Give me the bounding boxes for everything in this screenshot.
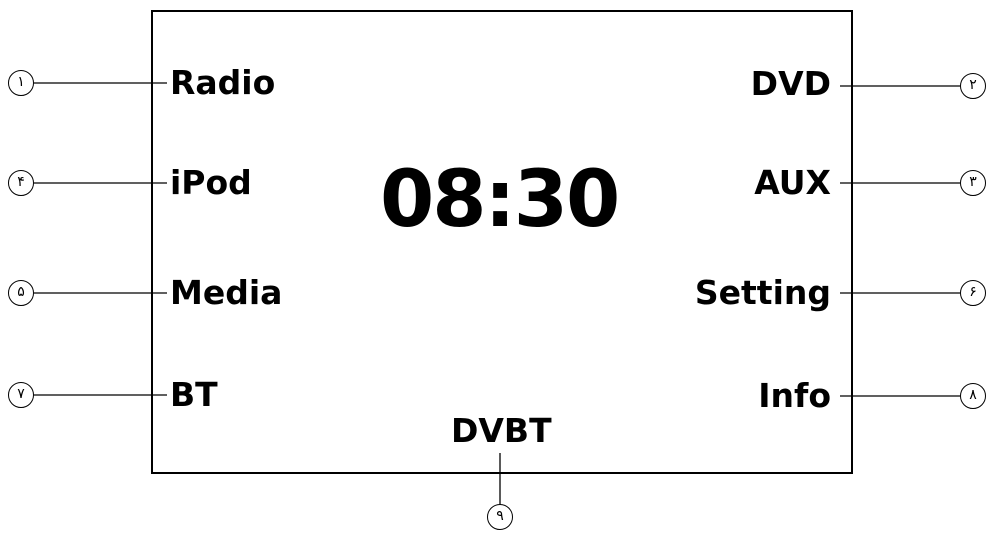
ipod-button[interactable]: iPod [170, 163, 252, 203]
callout-6: ۶ [960, 280, 986, 306]
callout-2: ٢ [960, 73, 986, 99]
callout-4: ۴ [8, 170, 34, 196]
aux-button[interactable]: AUX [754, 163, 831, 203]
callout-7: ٧ [8, 382, 34, 408]
callout-9: ٩ [487, 504, 513, 530]
callout-3: ٣ [960, 170, 986, 196]
dvd-button[interactable]: DVD [751, 64, 831, 104]
radio-button[interactable]: Radio [170, 63, 275, 103]
callout-1: ١ [8, 70, 34, 96]
setting-button[interactable]: Setting [695, 273, 831, 313]
callout-5: ۵ [8, 280, 34, 306]
callout-8: ٨ [960, 383, 986, 409]
clock-display: 08:30 [380, 155, 620, 245]
media-button[interactable]: Media [170, 273, 282, 313]
info-button[interactable]: Info [758, 376, 831, 416]
dvbt-button[interactable]: DVBT [451, 411, 552, 451]
bt-button[interactable]: BT [170, 375, 218, 415]
